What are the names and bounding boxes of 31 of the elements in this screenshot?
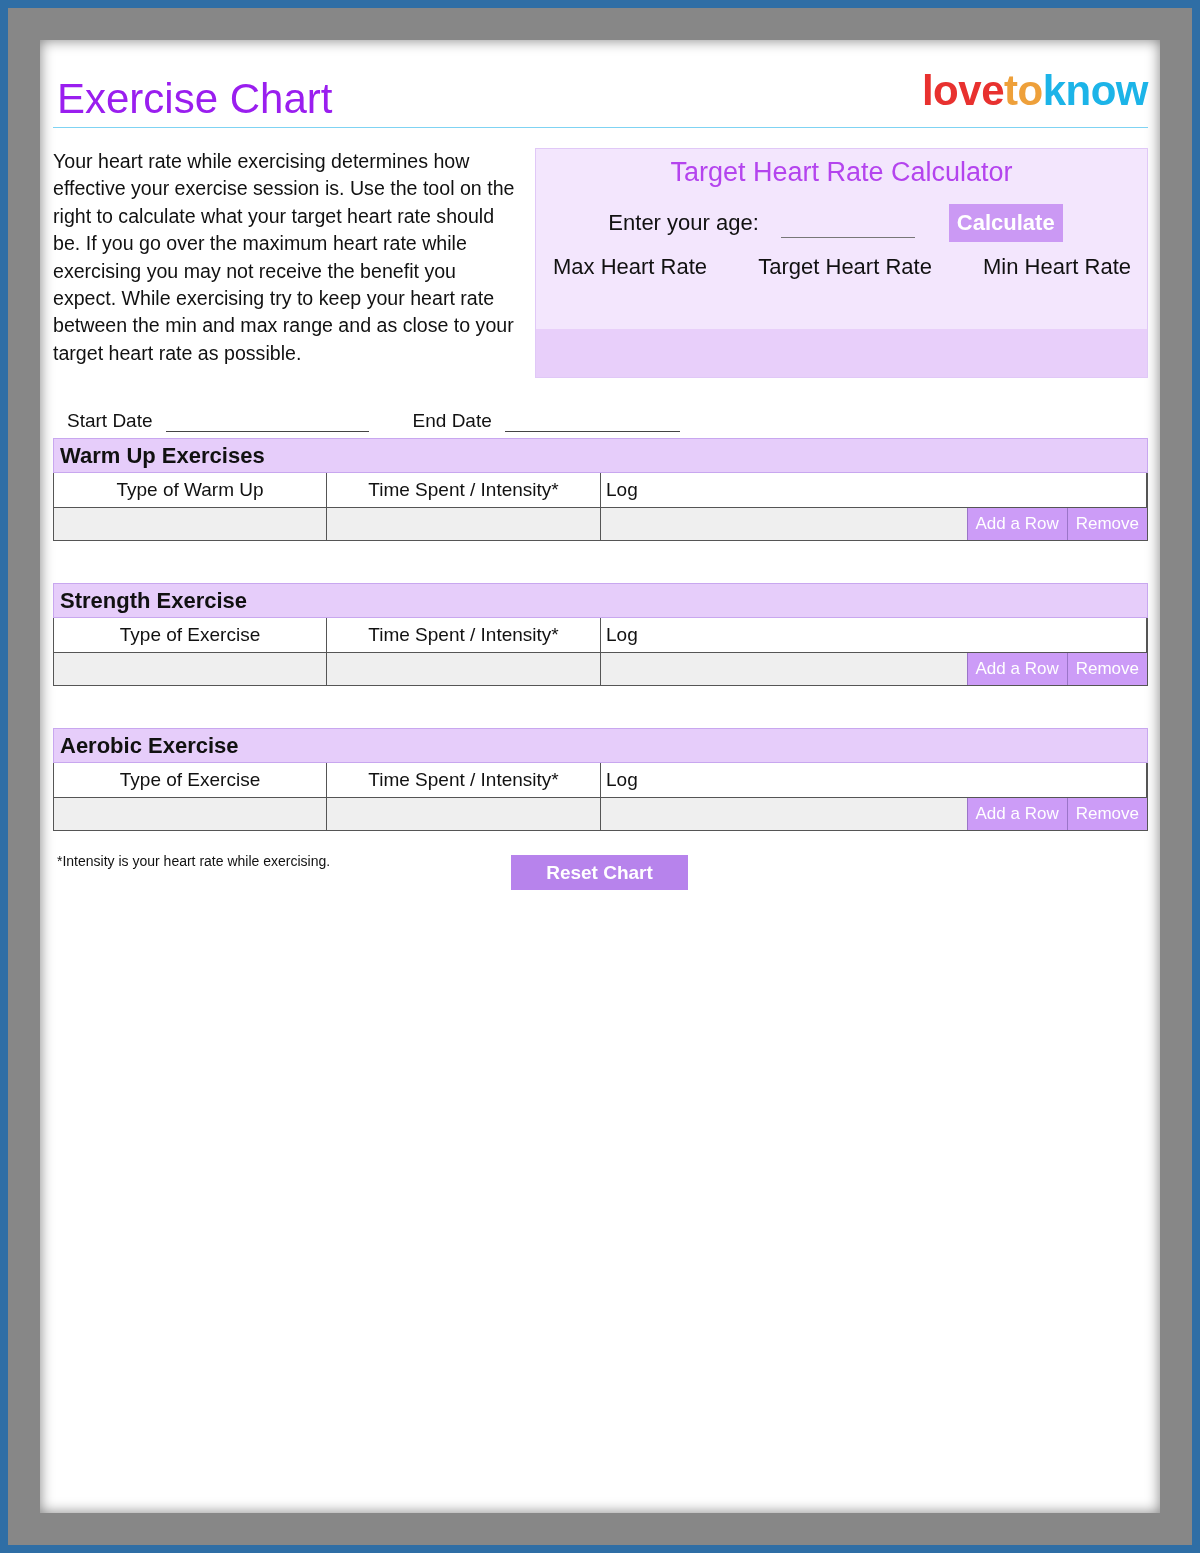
remove-button[interactable]: Remove xyxy=(1066,653,1147,685)
footnote: *Intensity is your heart rate while exercising. xyxy=(57,853,332,871)
section-header: Warm Up Exercises xyxy=(53,438,1148,473)
heart-rate-label: Target Heart Rate xyxy=(758,254,932,280)
calculate-button[interactable]: Calculate xyxy=(948,204,1063,242)
end-date-label: End Date xyxy=(412,410,492,432)
reset-chart-button[interactable]: Reset Chart xyxy=(511,855,688,890)
page-title: Exercise Chart xyxy=(57,75,333,123)
table-cell[interactable] xyxy=(54,508,327,541)
add-row-button[interactable]: Add a Row xyxy=(966,798,1067,830)
heart-rate-label: Min Heart Rate xyxy=(983,254,1131,280)
intro-paragraph: Your heart rate while exercising determines how effective your exercise session is. Use the tool on the right to calculate what your target heart rate should be. If you go over the maximum heart rate while exercising you may not receive the benefit you expect. While exercising try to keep your heart rate between the min and max range and as close to your target heart rate as possible. xyxy=(53,149,515,366)
remove-button[interactable]: Remove xyxy=(1066,798,1147,830)
table-cell[interactable]: Add a Row Remove xyxy=(601,798,1147,831)
table-cell[interactable] xyxy=(54,653,327,686)
heart-rate-label: Max Heart Rate xyxy=(553,254,708,280)
table-cell[interactable] xyxy=(327,798,601,831)
add-row-button[interactable]: Add a Row xyxy=(966,653,1067,685)
calculator-title: Target Heart Rate Calculator xyxy=(670,157,1013,188)
age-label: Enter your age: xyxy=(608,210,759,236)
section-header: Aerobic Exercise xyxy=(53,728,1148,763)
table-cell[interactable] xyxy=(327,508,601,541)
table-cell[interactable]: Add a Row Remove xyxy=(601,653,1147,686)
logo: lovetoknow xyxy=(921,67,1148,115)
add-row-button[interactable]: Add a Row xyxy=(966,508,1067,540)
remove-button[interactable]: Remove xyxy=(1066,508,1147,540)
table-cell[interactable]: Add a Row Remove xyxy=(601,508,1147,541)
section-header: Strength Exercise xyxy=(53,583,1148,618)
table-cell[interactable] xyxy=(327,653,601,686)
start-date-label: Start Date xyxy=(67,410,153,432)
table-cell[interactable] xyxy=(54,798,327,831)
